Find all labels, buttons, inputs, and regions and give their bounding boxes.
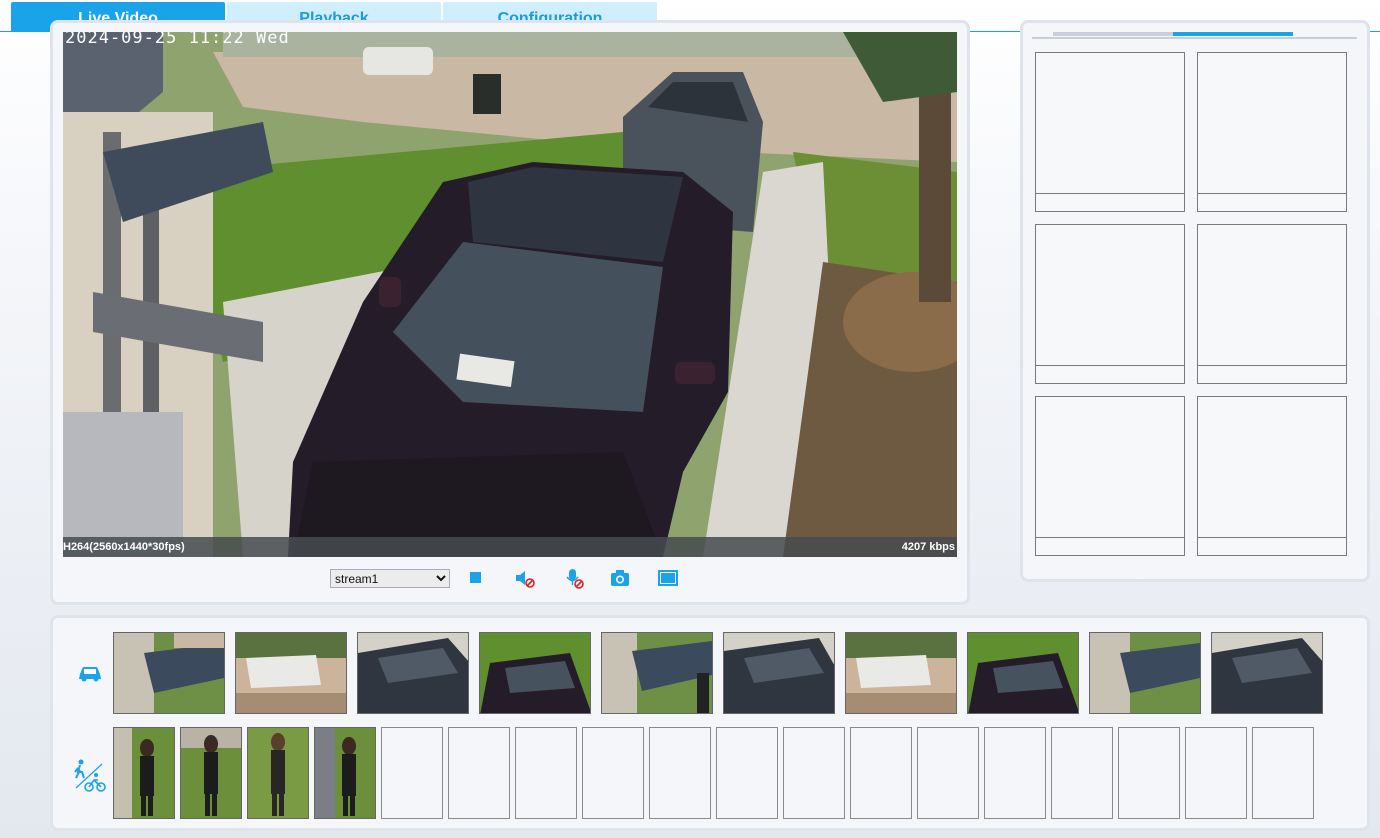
person-thumbnail[interactable] xyxy=(113,727,175,819)
person-thumbnail-empty xyxy=(1185,727,1247,819)
vehicle-thumbnail[interactable] xyxy=(601,632,713,714)
vehicle-thumbnail[interactable] xyxy=(113,632,225,714)
person-thumbnail-empty xyxy=(984,727,1046,819)
vehicle-thumbnail[interactable] xyxy=(1089,632,1201,714)
stop-icon xyxy=(470,572,481,583)
video-timestamp: 2024-09-25 11:22 Wed xyxy=(65,32,290,48)
snapshot-caption xyxy=(1036,193,1184,211)
person-thumbnail-empty xyxy=(1118,727,1180,819)
snapshot-button[interactable] xyxy=(608,567,632,589)
snapshot-caption xyxy=(1198,537,1346,555)
vehicle-thumbnail[interactable] xyxy=(235,632,347,714)
vehicle-thumbnail[interactable] xyxy=(967,632,1079,714)
vehicle-thumbnail[interactable] xyxy=(357,632,469,714)
person-thumbnail-empty xyxy=(649,727,711,819)
snapshot-tab-2[interactable] xyxy=(1173,32,1293,36)
snapshot-tab-strip xyxy=(1032,32,1357,39)
video-status-bar: H264(2560x1440*30fps) 4207 kbps xyxy=(63,537,957,557)
microphone-toggle-button[interactable] xyxy=(562,567,586,589)
snapshot-tab-1[interactable] xyxy=(1053,32,1173,36)
person-thumbnail-empty xyxy=(716,727,778,819)
fullscreen-icon xyxy=(658,570,678,586)
person-thumbnail-empty xyxy=(582,727,644,819)
vehicle-thumbnail[interactable] xyxy=(1211,632,1323,714)
snapshot-slot[interactable] xyxy=(1197,396,1347,556)
snapshot-slot[interactable] xyxy=(1035,52,1185,212)
vehicle-thumbnail[interactable] xyxy=(479,632,591,714)
stream-select[interactable]: stream1 xyxy=(330,569,450,588)
person-thumbnail-empty xyxy=(1051,727,1113,819)
person-bicycle-icon xyxy=(74,759,106,792)
stop-button[interactable] xyxy=(464,567,488,589)
snapshot-slot[interactable] xyxy=(1197,224,1347,384)
audio-toggle-button[interactable] xyxy=(513,567,537,589)
snapshot-slot[interactable] xyxy=(1197,52,1347,212)
person-thumbnail-empty xyxy=(515,727,577,819)
camera-snapshot-icon xyxy=(611,570,629,586)
snapshot-slot[interactable] xyxy=(1035,396,1185,556)
person-thumbnail-empty xyxy=(1252,727,1314,819)
person-thumbnail-empty xyxy=(917,727,979,819)
vehicle-thumbnail[interactable] xyxy=(845,632,957,714)
person-thumbnail-empty xyxy=(850,727,912,819)
snapshot-slot[interactable] xyxy=(1035,224,1185,384)
bitrate-readout: 4207 kbps xyxy=(901,541,955,553)
microphone-muted-icon xyxy=(566,569,584,589)
fullscreen-button[interactable] xyxy=(656,567,680,589)
speaker-muted-icon xyxy=(516,571,535,588)
snapshot-caption xyxy=(1198,193,1346,211)
snapshot-caption xyxy=(1036,537,1184,555)
person-thumbnail-empty xyxy=(448,727,510,819)
vehicle-thumbnail[interactable] xyxy=(723,632,835,714)
person-thumbnail[interactable] xyxy=(247,727,309,819)
video-viewport[interactable]: 2024-09-25 11:22 Wed H264(2560x1440*30fp… xyxy=(63,32,957,557)
person-thumbnail-empty xyxy=(381,727,443,819)
camera-feed-image xyxy=(63,32,957,557)
codec-info: H264(2560x1440*30fps) xyxy=(63,541,185,553)
person-thumbnail[interactable] xyxy=(180,727,242,819)
snapshot-caption xyxy=(1198,365,1346,383)
person-thumbnail[interactable] xyxy=(314,727,376,819)
snapshot-caption xyxy=(1036,365,1184,383)
person-thumbnail-empty xyxy=(783,727,845,819)
car-icon xyxy=(79,667,101,682)
